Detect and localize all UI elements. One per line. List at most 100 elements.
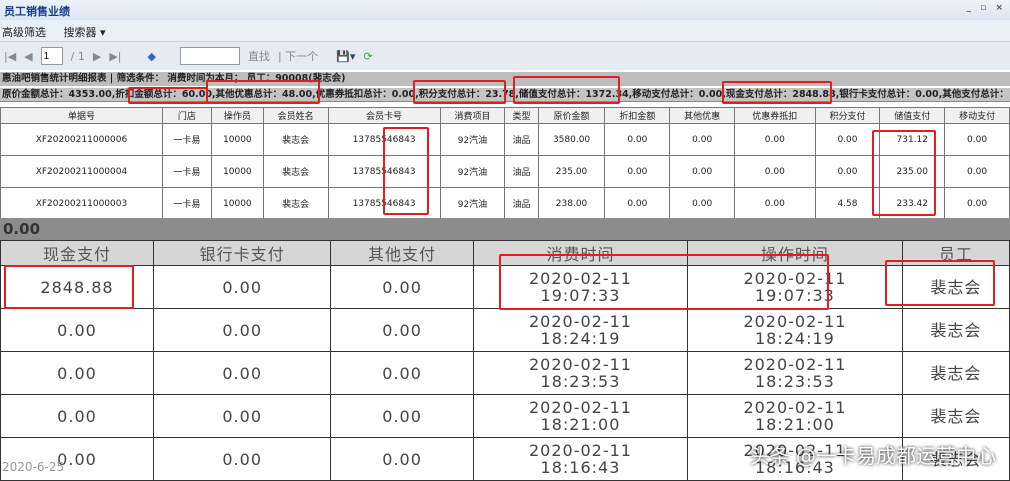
table-row[interactable]: 2848.88 0.00 0.00 2020-02-11 19:07:33 2020-0… (0, 265, 1010, 309)
column-header[interactable]: 会员卡号 (327, 107, 441, 124)
table-cell: 0.00 (330, 308, 474, 352)
column-header[interactable]: 移动支付 (944, 107, 1010, 124)
page-total: / 1 (70, 49, 85, 63)
table-cell: 235.00 (879, 155, 946, 188)
table-cell: 0.00 (944, 155, 1010, 188)
prev-page-icon[interactable]: ◀ (24, 50, 32, 63)
table-cell: 10000 (210, 187, 264, 220)
table-row[interactable]: 0.00 0.00 0.00 2020-02-11 18:21:00 2020-02-1… (0, 394, 1010, 438)
table-cell: 92汽油 (439, 187, 506, 220)
table-cell: 0.00 (604, 155, 671, 188)
find-button[interactable]: 直找 (248, 48, 270, 64)
column-header[interactable]: 门店 (161, 107, 212, 124)
table-cell: 裴志会 (901, 308, 1010, 352)
menu-bar: 高级筛选 搜索器 ▾ (0, 20, 1010, 42)
table-cell: 2020-02-11 18:24:19 (472, 308, 689, 352)
table-cell: 233.42 (879, 187, 946, 220)
column-header[interactable]: 现金支付 (0, 240, 154, 266)
table-cell: 238.00 (537, 187, 606, 220)
table-cell: 裴志会 (901, 351, 1010, 395)
table-cell: 3580.00 (537, 123, 606, 156)
table-cell: 一卡易 (161, 155, 212, 188)
table-cell: 0.00 (152, 265, 332, 309)
table-cell: 2020-02-11 18:21:00 (687, 394, 903, 438)
table-cell: 92汽油 (439, 123, 506, 156)
table-cell: 10000 (210, 155, 264, 188)
column-header[interactable]: 消费项目 (439, 107, 506, 124)
first-page-icon[interactable]: |◀ (4, 50, 16, 63)
column-header[interactable]: 类型 (504, 107, 539, 124)
column-header[interactable]: 消费时间 (472, 240, 689, 266)
table-cell: 一卡易 (161, 187, 212, 220)
table-cell: 0.00 (604, 123, 671, 156)
table-cell: 235.00 (537, 155, 606, 188)
window-title: 员工销售业绩 (4, 5, 70, 18)
table-cell: 油品 (504, 123, 539, 156)
table-cell: 0.00 (814, 155, 881, 188)
table-cell: 0.00 (734, 155, 816, 188)
table-cell: 0.00 (669, 155, 736, 188)
watermark: 头条 @一卡易成都运营中心 (749, 444, 996, 468)
table-cell: 2020-02-11 18:21:00 (472, 394, 689, 438)
page-input[interactable] (40, 47, 63, 65)
table-cell: 0.00 (152, 437, 332, 481)
table-cell: 0.00 (944, 123, 1010, 156)
table-cell: XF20200211000006 (0, 123, 163, 156)
find-next-button[interactable]: | 下一个 (278, 48, 318, 64)
table-row[interactable]: XF20200211000003 一卡易 10000 裴志会 13785546843 92… (0, 187, 1010, 220)
column-header[interactable]: 银行卡支付 (152, 240, 332, 266)
refresh-icon[interactable]: ⟳ (363, 50, 372, 63)
table-cell: 裴志会 (262, 187, 329, 220)
table-cell: 0.00 (734, 187, 816, 220)
table-cell: 裴志会 (901, 265, 1010, 309)
table-row[interactable]: XF20200211000006 一卡易 10000 裴志会 13785546843 92… (0, 123, 1010, 156)
table-cell: 2020-02-11 18:23:53 (687, 351, 903, 395)
table-cell: 2020-02-11 18:23:53 (472, 351, 689, 395)
column-header[interactable]: 原价金额 (537, 107, 606, 124)
table-cell: 0.00 (669, 123, 736, 156)
table-cell: XF20200211000004 (0, 155, 163, 188)
table-cell: 裴志会 (262, 123, 329, 156)
report-totals-line: 原价金额总计：4353.00,折扣金额总计：60.00,其他优惠总计：48.00… (0, 88, 1010, 102)
table-row[interactable]: XF20200211000004 一卡易 10000 裴志会 13785546843 92… (0, 155, 1010, 188)
table-cell: 裴志会 (262, 155, 329, 188)
band-value: 0.00 (0, 218, 1010, 240)
pager-toolbar: |◀ ◀ / 1 ▶ ▶| ◆ 直找 | 下一个 💾▾ ⟳ (0, 42, 1010, 70)
column-header[interactable]: 折扣金额 (604, 107, 671, 124)
searcher-dropdown[interactable]: 搜索器 ▾ (64, 26, 106, 39)
find-input[interactable] (179, 47, 240, 65)
column-header[interactable]: 会员姓名 (262, 107, 329, 124)
column-header[interactable]: 其他优惠 (669, 107, 736, 124)
table-cell: 0.00 (669, 187, 736, 220)
save-icon[interactable]: 💾▾ (336, 50, 355, 63)
table-cell: 0.00 (330, 437, 474, 481)
zoom-icon[interactable]: ◆ (147, 50, 155, 63)
table-cell: 0.00 (152, 351, 332, 395)
table-cell: 731.12 (879, 123, 946, 156)
column-header[interactable]: 员工 (901, 240, 1010, 266)
table-cell: 13785546843 (327, 187, 441, 220)
table-cell: 2020-02-11 19:07:33 (687, 265, 903, 309)
table-cell: 0.00 (0, 351, 154, 395)
table-cell: 0.00 (604, 187, 671, 220)
column-header[interactable]: 操作员 (210, 107, 264, 124)
table-cell: 0.00 (734, 123, 816, 156)
table-cell: 一卡易 (161, 123, 212, 156)
column-header[interactable]: 其他支付 (330, 240, 474, 266)
next-page-icon[interactable]: ▶ (93, 50, 101, 63)
column-header[interactable]: 优惠券抵扣 (734, 107, 816, 124)
table-cell: 4.58 (814, 187, 881, 220)
column-header[interactable]: 操作时间 (687, 240, 903, 266)
table-row[interactable]: 0.00 0.00 0.00 2020-02-11 18:23:53 2020-02-1… (0, 351, 1010, 395)
table-cell: 油品 (504, 187, 539, 220)
last-page-icon[interactable]: ▶| (109, 50, 121, 63)
table-cell: 油品 (504, 155, 539, 188)
table-cell: 0.00 (0, 308, 154, 352)
table-cell: 0.00 (0, 437, 154, 481)
table-row[interactable]: 0.00 0.00 0.00 2020-02-11 18:24:19 2020-02-1… (0, 308, 1010, 352)
advanced-filter-button[interactable]: 高级筛选 (2, 26, 46, 39)
column-header[interactable]: 积分支付 (814, 107, 881, 124)
column-header[interactable]: 储值支付 (879, 107, 946, 124)
window-controls[interactable]: _ ▫ × (967, 3, 1006, 13)
column-header[interactable]: 单据号 (0, 107, 163, 124)
